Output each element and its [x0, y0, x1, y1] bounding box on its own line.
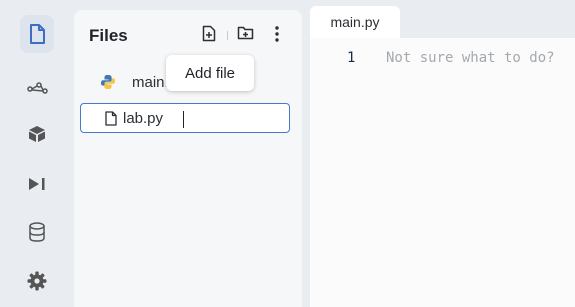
add-folder-icon: [237, 26, 254, 40]
text-caret: [183, 111, 184, 128]
file-icon: [105, 110, 117, 126]
files-title: Files: [89, 26, 128, 45]
line-number: 1: [347, 50, 356, 66]
tab-main-py[interactable]: main.py: [310, 6, 400, 38]
editor: main.py 1 Not sure what to do?: [310, 6, 575, 307]
file-icon: [30, 24, 45, 44]
add-folder-button[interactable]: [237, 25, 254, 40]
activity-bar: [0, 0, 74, 307]
package-icon: [29, 126, 45, 142]
new-file-name-input[interactable]: [123, 109, 263, 127]
toolbar-divider: [227, 31, 228, 40]
run-activity-button[interactable]: [20, 165, 54, 203]
files-activity-button[interactable]: [20, 15, 54, 53]
files-panel: Files main.py lab.py Add file: [74, 10, 302, 307]
editor-placeholder: Not sure what to do?: [386, 50, 555, 66]
database-icon: [29, 222, 45, 242]
add-file-icon: [202, 25, 216, 42]
packages-activity-button[interactable]: [20, 115, 54, 153]
gear-icon: [27, 271, 47, 291]
database-activity-button[interactable]: [20, 213, 54, 251]
settings-activity-button[interactable]: [20, 262, 54, 300]
code-editor-area[interactable]: 1 Not sure what to do?: [310, 38, 575, 307]
more-vertical-icon: [275, 26, 279, 42]
new-file-input-container[interactable]: [80, 103, 290, 133]
share-activity-button[interactable]: [20, 70, 54, 108]
add-file-tooltip: Add file: [166, 55, 254, 91]
share-icon: [27, 82, 48, 94]
add-file-button[interactable]: [202, 25, 216, 42]
more-options-button[interactable]: [274, 25, 280, 43]
run-icon: [29, 178, 45, 190]
python-icon: [100, 74, 124, 90]
